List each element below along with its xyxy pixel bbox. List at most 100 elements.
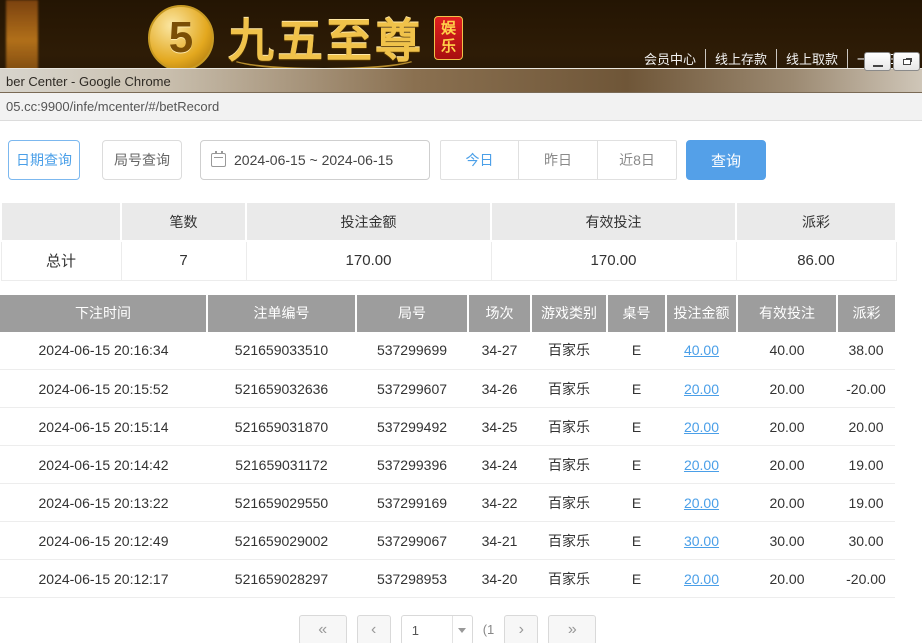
round-id: 537299067	[356, 522, 468, 560]
session-cell: 34-22	[468, 484, 531, 522]
bet-id: 521659029550	[207, 484, 356, 522]
game-type: 百家乐	[531, 560, 607, 598]
valid-bet: 20.00	[737, 484, 837, 522]
bet-amount-cell[interactable]: 20.00	[666, 560, 737, 598]
last-8-days-button[interactable]: 近8日	[598, 140, 677, 180]
quick-date-group: 今日 昨日 近8日	[440, 140, 677, 180]
bet-amount-cell[interactable]: 40.00	[666, 332, 737, 370]
search-button[interactable]: 查询	[686, 140, 766, 180]
today-button[interactable]: 今日	[440, 140, 519, 180]
url-bar[interactable]: 05.cc:9900/infe/mcenter/#/betRecord	[0, 93, 922, 121]
bet-amount-link[interactable]: 30.00	[684, 533, 719, 549]
table-row: 2024-06-15 20:16:34521659033510537299699…	[0, 332, 895, 370]
bet-column-header: 局号	[356, 295, 468, 332]
bet-column-header: 桌号	[607, 295, 666, 332]
game-type: 百家乐	[531, 408, 607, 446]
table-row: 2024-06-15 20:15:52521659032636537299607…	[0, 370, 895, 408]
table-row: 2024-06-15 20:15:14521659031870537299492…	[0, 408, 895, 446]
minimize-button[interactable]	[864, 52, 891, 71]
bet-time: 2024-06-15 20:15:52	[0, 370, 207, 408]
bet-record-table: 下注时间注单编号局号场次游戏类别桌号投注金额有效投注派彩 2024-06-15 …	[0, 295, 895, 599]
bet-time: 2024-06-15 20:12:49	[0, 522, 207, 560]
last-page-button[interactable]: »	[548, 615, 596, 643]
bet-column-header: 下注时间	[0, 295, 207, 332]
summary-payout-value: 86.00	[736, 241, 896, 280]
bet-column-header: 派彩	[837, 295, 895, 332]
round-id: 537299396	[356, 446, 468, 484]
window-controls	[864, 52, 920, 71]
session-cell: 34-26	[468, 370, 531, 408]
round-id: 537299607	[356, 370, 468, 408]
table-no: E	[607, 332, 666, 370]
logo-badge-top: 娱	[441, 20, 456, 38]
bet-table-body: 2024-06-15 20:16:34521659033510537299699…	[0, 332, 895, 598]
page-select-caret	[452, 616, 472, 643]
next-page-button[interactable]: ›	[504, 615, 538, 643]
bet-amount-link[interactable]: 20.00	[684, 419, 719, 435]
valid-bet: 40.00	[737, 332, 837, 370]
table-no: E	[607, 484, 666, 522]
table-no: E	[607, 446, 666, 484]
session-cell: 34-21	[468, 522, 531, 560]
round-id: 537299169	[356, 484, 468, 522]
round-query-button[interactable]: 局号查询	[102, 140, 182, 180]
restore-button[interactable]	[893, 52, 920, 71]
bet-column-header: 投注金额	[666, 295, 737, 332]
summary-count-value: 7	[121, 241, 246, 280]
bet-table-header-row: 下注时间注单编号局号场次游戏类别桌号投注金额有效投注派彩	[0, 295, 895, 332]
table-no: E	[607, 370, 666, 408]
date-query-button[interactable]: 日期查询	[8, 140, 80, 180]
bet-column-header: 游戏类别	[531, 295, 607, 332]
bet-amount-link[interactable]: 20.00	[684, 457, 719, 473]
bet-id: 521659028297	[207, 560, 356, 598]
prev-page-button[interactable]: ‹	[357, 615, 391, 643]
page-select-value: 1	[402, 623, 452, 638]
bet-amount-link[interactable]: 20.00	[684, 571, 719, 587]
valid-bet: 20.00	[737, 560, 837, 598]
summary-header-payout: 派彩	[736, 202, 896, 241]
bet-amount-link[interactable]: 20.00	[684, 495, 719, 511]
bet-id: 521659033510	[207, 332, 356, 370]
bet-time: 2024-06-15 20:12:17	[0, 560, 207, 598]
bet-amount-cell[interactable]: 30.00	[666, 522, 737, 560]
first-page-button[interactable]: «	[299, 615, 347, 643]
url-text: 05.cc:9900/infe/mcenter/#/betRecord	[6, 99, 219, 114]
game-type: 百家乐	[531, 370, 607, 408]
page-select[interactable]: 1	[401, 615, 473, 643]
payout: 38.00	[837, 332, 895, 370]
calendar-icon	[211, 153, 226, 167]
summary-total-label: 总计	[1, 241, 121, 280]
window-titlebar[interactable]: ber Center - Google Chrome	[0, 68, 922, 93]
bet-time: 2024-06-15 20:14:42	[0, 446, 207, 484]
summary-header-row: 笔数 投注金额 有效投注 派彩	[1, 202, 896, 241]
date-range-input[interactable]: 2024-06-15 ~ 2024-06-15	[200, 140, 430, 180]
bet-amount-link[interactable]: 40.00	[684, 342, 719, 358]
bet-amount-cell[interactable]: 20.00	[666, 484, 737, 522]
table-row: 2024-06-15 20:14:42521659031172537299396…	[0, 446, 895, 484]
valid-bet: 20.00	[737, 370, 837, 408]
bet-amount-cell[interactable]: 20.00	[666, 370, 737, 408]
bet-id: 521659031870	[207, 408, 356, 446]
valid-bet: 30.00	[737, 522, 837, 560]
summary-total-row: 总计 7 170.00 170.00 86.00	[1, 241, 896, 280]
session-cell: 34-27	[468, 332, 531, 370]
pagination: « ‹ 1 (1 › »	[0, 615, 895, 643]
bet-amount-cell[interactable]: 20.00	[666, 408, 737, 446]
yesterday-button[interactable]: 昨日	[519, 140, 598, 180]
session-cell: 34-20	[468, 560, 531, 598]
bet-column-header: 有效投注	[737, 295, 837, 332]
bet-column-header: 场次	[468, 295, 531, 332]
table-row: 2024-06-15 20:12:49521659029002537299067…	[0, 522, 895, 560]
round-id: 537298953	[356, 560, 468, 598]
summary-table: 笔数 投注金额 有效投注 派彩 总计 7 170.00 170.00 86.00	[0, 201, 897, 281]
valid-bet: 20.00	[737, 408, 837, 446]
bet-amount-cell[interactable]: 20.00	[666, 446, 737, 484]
restore-icon	[903, 59, 911, 65]
payout: 19.00	[837, 484, 895, 522]
session-cell: 34-24	[468, 446, 531, 484]
page-content: 日期查询 局号查询 2024-06-15 ~ 2024-06-15 今日 昨日 …	[0, 121, 922, 643]
table-no: E	[607, 560, 666, 598]
bet-time: 2024-06-15 20:16:34	[0, 332, 207, 370]
page-info-text: (1	[483, 615, 495, 643]
bet-amount-link[interactable]: 20.00	[684, 381, 719, 397]
